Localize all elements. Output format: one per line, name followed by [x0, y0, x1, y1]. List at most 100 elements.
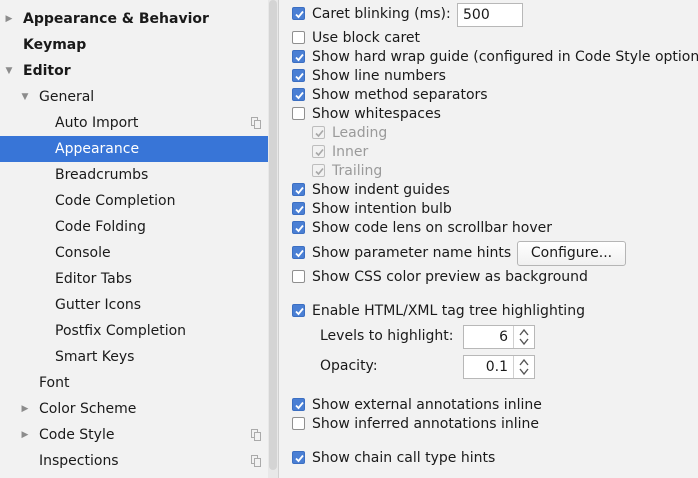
sidebar-item-label: Smart Keys — [55, 349, 135, 365]
chevron-right-icon[interactable]: ▶ — [20, 396, 30, 422]
sidebar-item-label: Appearance & Behavior — [23, 11, 209, 27]
sidebar-item-code-style[interactable]: ▶ Code Style — [0, 422, 278, 448]
intention-bulb-label: Show intention bulb — [312, 201, 452, 217]
sidebar-item-label: Postfix Completion — [55, 323, 187, 339]
chevron-right-icon[interactable]: ▶ — [20, 422, 30, 448]
spinner-down-icon[interactable] — [519, 368, 529, 376]
project-settings-icon — [251, 117, 261, 129]
checkmark-icon — [295, 307, 304, 316]
chevron-down-icon[interactable]: ▼ — [4, 58, 14, 84]
chevron-down-icon[interactable]: ▼ — [20, 84, 30, 110]
sidebar-item-gutter-icons[interactable]: Gutter Icons — [0, 292, 278, 318]
sidebar-item-label: Appearance — [55, 141, 140, 157]
indent-guides-checkbox[interactable] — [292, 183, 305, 196]
sidebar-item-inspections[interactable]: Inspections — [0, 448, 278, 474]
sidebar-item-appearance[interactable]: Appearance — [0, 136, 278, 162]
checkmark-icon — [315, 167, 324, 176]
sidebar-item-label: Inspections — [39, 453, 119, 469]
leading-checkbox — [312, 126, 325, 139]
inner-label: Inner — [332, 144, 369, 160]
line-numbers-label: Show line numbers — [312, 68, 446, 84]
sidebar-item-label: Code Style — [39, 427, 115, 443]
hard-wrap-checkbox[interactable] — [292, 50, 305, 63]
caret-blinking-input[interactable]: 500 — [457, 3, 523, 27]
spinner-up-icon[interactable] — [519, 358, 529, 366]
opacity-value[interactable]: 0.1 — [486, 356, 508, 378]
sidebar-item-label: Auto Import — [55, 115, 139, 131]
sidebar-item-label: Keymap — [23, 37, 87, 53]
opacity-label: Opacity: — [320, 358, 378, 374]
code-lens-checkbox[interactable] — [292, 221, 305, 234]
parameter-hints-label: Show parameter name hints — [312, 245, 512, 261]
whitespaces-label: Show whitespaces — [312, 106, 441, 122]
sidebar-item-code-completion[interactable]: Code Completion — [0, 188, 278, 214]
hard-wrap-label: Show hard wrap guide (configured in Code… — [312, 49, 698, 65]
intention-bulb-checkbox[interactable] — [292, 202, 305, 215]
sidebar-item-console[interactable]: Console — [0, 240, 278, 266]
levels-value[interactable]: 6 — [499, 326, 508, 348]
block-caret-checkbox[interactable] — [292, 31, 305, 44]
checkmark-icon — [295, 205, 304, 214]
sidebar-item-smart-keys[interactable]: Smart Keys — [0, 344, 278, 370]
settings-tree: ▶ Appearance & Behavior Keymap ▼ Editor ▼ Gene… — [0, 0, 278, 478]
checkmark-icon — [295, 224, 304, 233]
sidebar-item-font[interactable]: Font — [0, 370, 278, 396]
css-color-checkbox[interactable] — [292, 270, 305, 283]
tag-tree-checkbox[interactable] — [292, 304, 305, 317]
external-annotations-label: Show external annotations inline — [312, 397, 542, 413]
sidebar-item-breadcrumbs[interactable]: Breadcrumbs — [0, 162, 278, 188]
block-caret-label: Use block caret — [312, 30, 421, 46]
caret-blinking-checkbox[interactable] — [292, 7, 305, 20]
chevron-right-icon[interactable]: ▶ — [4, 6, 14, 32]
sidebar-item-appearance-behavior[interactable]: ▶ Appearance & Behavior — [0, 6, 278, 32]
levels-spinner[interactable]: 6 — [463, 325, 535, 349]
inferred-annotations-checkbox[interactable] — [292, 417, 305, 430]
checkmark-icon — [295, 249, 304, 258]
sidebar-item-keymap[interactable]: Keymap — [0, 32, 278, 58]
configure-button[interactable]: Configure... — [517, 241, 626, 266]
indent-guides-label: Show indent guides — [312, 182, 450, 198]
leading-label: Leading — [332, 125, 388, 141]
project-settings-icon — [251, 455, 261, 467]
sidebar-item-label: Editor — [23, 63, 71, 79]
sidebar-item-label: Code Folding — [55, 219, 146, 235]
checkmark-icon — [295, 454, 304, 463]
sidebar-item-label: Console — [55, 245, 111, 261]
spinner-down-icon[interactable] — [519, 338, 529, 346]
checkmark-icon — [295, 186, 304, 195]
opacity-spinner[interactable]: 0.1 — [463, 355, 535, 379]
external-annotations-checkbox[interactable] — [292, 398, 305, 411]
chain-call-hints-checkbox[interactable] — [292, 451, 305, 464]
whitespaces-checkbox[interactable] — [292, 107, 305, 120]
sidebar-item-postfix-completion[interactable]: Postfix Completion — [0, 318, 278, 344]
sidebar-item-label: Font — [39, 375, 70, 391]
parameter-hints-checkbox[interactable] — [292, 246, 305, 259]
checkmark-icon — [295, 72, 304, 81]
css-color-label: Show CSS color preview as background — [312, 269, 588, 285]
sidebar-item-label: Code Completion — [55, 193, 176, 209]
sidebar-item-general[interactable]: ▼ General — [0, 84, 278, 110]
checkmark-icon — [315, 129, 324, 138]
line-numbers-checkbox[interactable] — [292, 69, 305, 82]
sidebar-item-editor-tabs[interactable]: Editor Tabs — [0, 266, 278, 292]
spinner-up-icon[interactable] — [519, 328, 529, 336]
sidebar-scrollbar-thumb[interactable] — [269, 0, 277, 470]
levels-label: Levels to highlight: — [320, 328, 454, 344]
appearance-settings-panel: Caret blinking (ms): 500 Use block caret… — [279, 0, 698, 478]
sidebar-scrollbar[interactable] — [268, 0, 278, 478]
sidebar-item-code-folding[interactable]: Code Folding — [0, 214, 278, 240]
inferred-annotations-label: Show inferred annotations inline — [312, 416, 539, 432]
levels-spinner-arrows[interactable] — [513, 326, 534, 348]
checkmark-icon — [315, 148, 324, 157]
sidebar-item-color-scheme[interactable]: ▶ Color Scheme — [0, 396, 278, 422]
checkmark-icon — [295, 91, 304, 100]
sidebar-item-label: Gutter Icons — [55, 297, 142, 313]
checkmark-icon — [295, 401, 304, 410]
sidebar-item-auto-import[interactable]: Auto Import — [0, 110, 278, 136]
checkmark-icon — [295, 10, 304, 19]
opacity-spinner-arrows[interactable] — [513, 356, 534, 378]
method-separators-checkbox[interactable] — [292, 88, 305, 101]
sidebar-item-editor[interactable]: ▼ Editor — [0, 58, 278, 84]
project-settings-icon — [251, 429, 261, 441]
sidebar-item-label: General — [39, 89, 95, 105]
